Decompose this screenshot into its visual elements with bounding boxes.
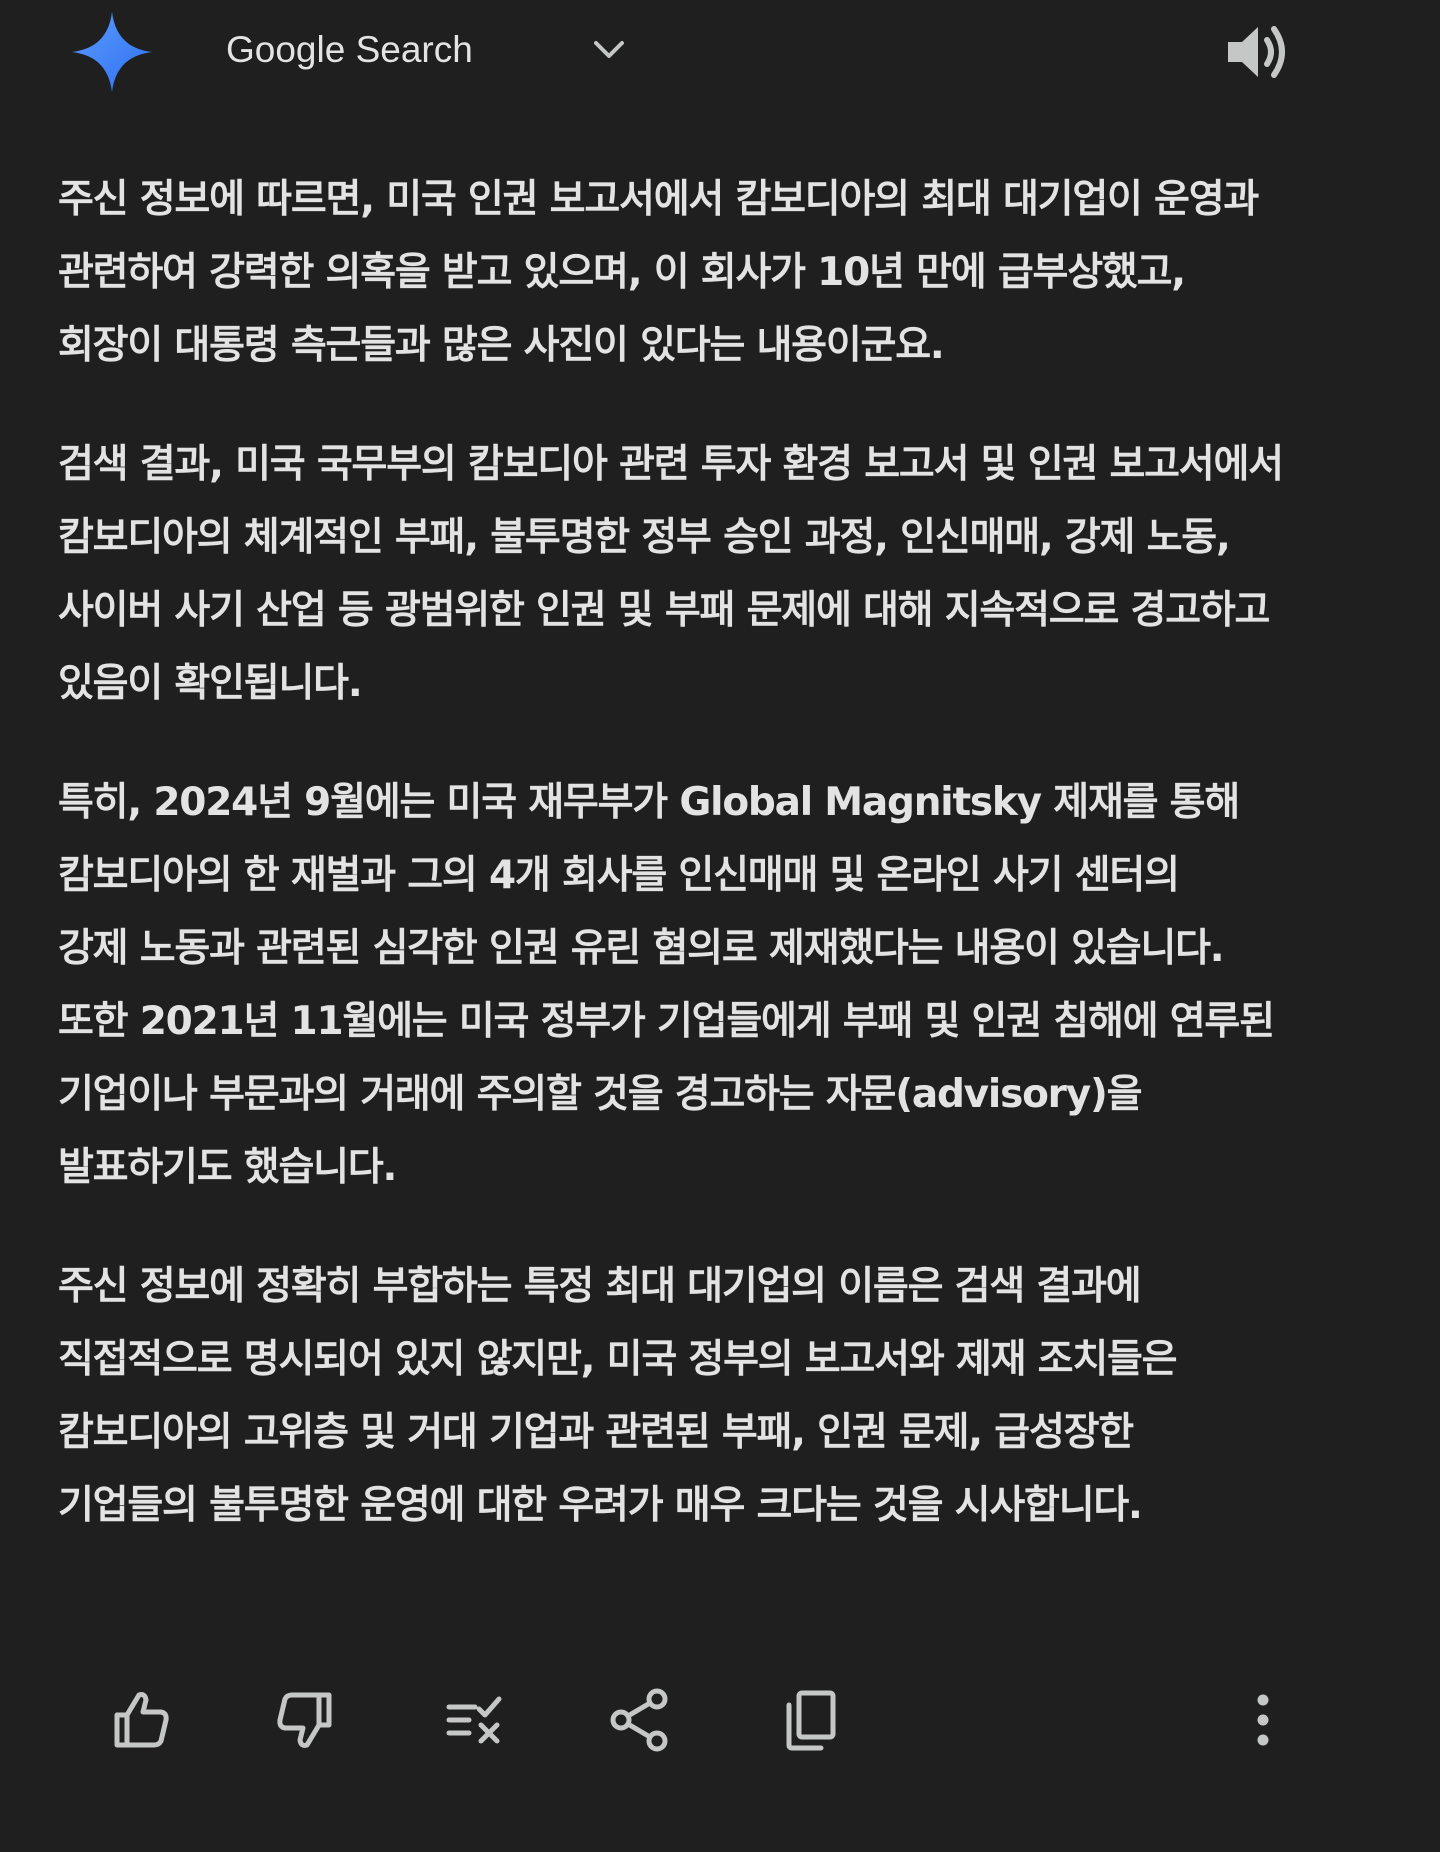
- thumbs-up-icon: [114, 1692, 169, 1748]
- answer-paragraph: 검색 결과, 미국 국무부의 캄보디아 관련 투자 환경 보고서 및 인권 보고…: [58, 442, 1284, 706]
- answer-paragraph: 주신 정보에 정확히 부합하는 특정 최대 대기업의 이름은 검색 결과에 직접…: [58, 1264, 1178, 1528]
- thumbs-down-icon: [277, 1692, 332, 1748]
- double-check-icon: [446, 1696, 502, 1744]
- more-options-button[interactable]: [1218, 1680, 1298, 1760]
- share-button[interactable]: [600, 1680, 680, 1760]
- answer-paragraph: 주신 정보에 따르면, 미국 인권 보고서에서 캄보디아의 최대 대기업이 운영…: [58, 177, 1259, 368]
- more-vert-icon: [1257, 1694, 1269, 1746]
- chevron-down-icon[interactable]: [590, 33, 628, 67]
- copy-icon: [786, 1690, 836, 1751]
- thumbs-down-button[interactable]: [266, 1680, 346, 1760]
- answer-paragraph: 특히, 2024년 9월에는 미국 재무부가 Global Magnitsky …: [58, 780, 1275, 1190]
- response-header: Google Search: [0, 0, 1440, 100]
- answer-body: 주신 정보에 따르면, 미국 인권 보고서에서 캄보디아의 최대 대기업이 운영…: [58, 163, 1378, 1542]
- share-icon: [610, 1688, 668, 1752]
- double-check-button[interactable]: [434, 1680, 514, 1760]
- gemini-sparkle-icon: [72, 12, 152, 92]
- action-bar: [0, 1680, 1440, 1760]
- speaker-icon[interactable]: [1222, 21, 1292, 83]
- source-title[interactable]: Google Search: [226, 22, 473, 78]
- copy-button[interactable]: [770, 1680, 850, 1760]
- thumbs-up-button[interactable]: [100, 1680, 180, 1760]
